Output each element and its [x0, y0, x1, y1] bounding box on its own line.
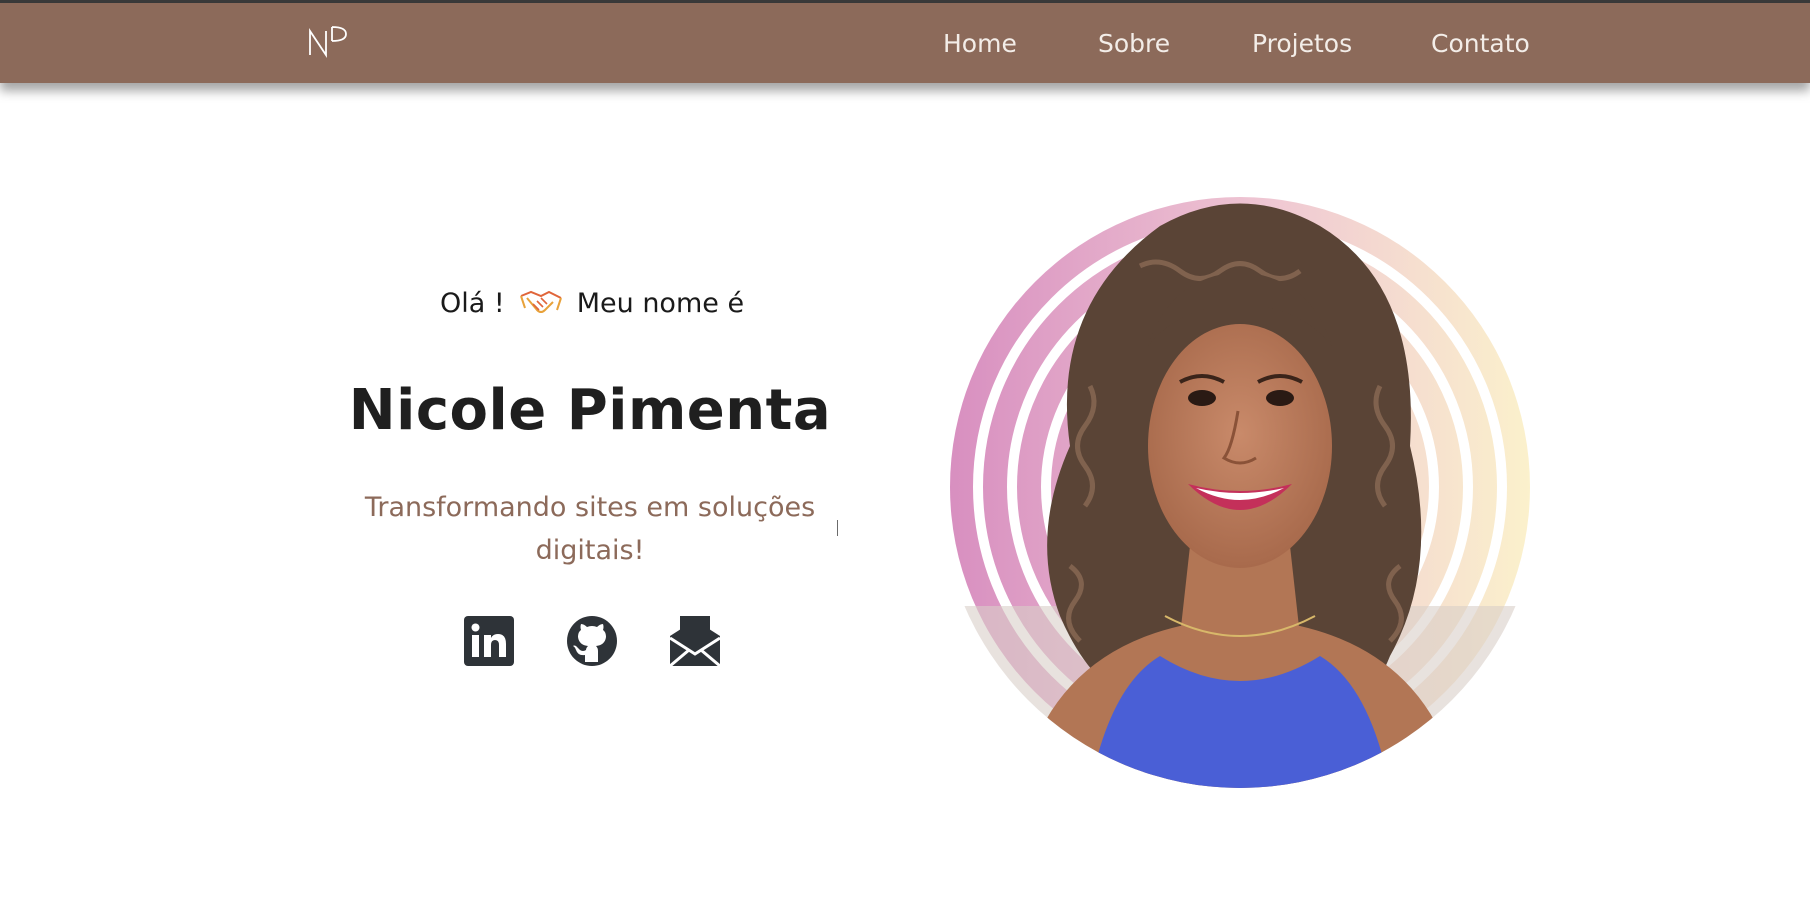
handshake-icon [519, 290, 562, 313]
logo-link[interactable] [306, 23, 350, 63]
np-logo-icon [309, 26, 347, 58]
linkedin-icon [464, 616, 514, 666]
profile-photo-graphic [940, 186, 1540, 788]
hero-name: Nicole Pimenta [348, 378, 832, 443]
nav-projetos[interactable]: Projetos [1252, 29, 1352, 58]
navbar: Home Sobre Projetos Contato [0, 3, 1810, 83]
hero-tagline: Transformando sites em soluções digitais… [364, 492, 816, 566]
greeting-name-intro: Meu nome é [576, 287, 745, 319]
nav-home[interactable]: Home [943, 29, 1017, 58]
email-icon [669, 616, 721, 668]
email-link[interactable] [668, 614, 722, 668]
text-cursor [837, 520, 838, 536]
github-link[interactable] [565, 614, 619, 668]
nav-sobre[interactable]: Sobre [1098, 29, 1170, 58]
greeting: Olá ! Meu nome é [440, 286, 760, 320]
nav-contato[interactable]: Contato [1431, 29, 1530, 58]
linkedin-link[interactable] [462, 614, 516, 668]
profile-photo [940, 186, 1540, 788]
greeting-hello: Olá ! [440, 287, 505, 319]
github-icon [567, 616, 617, 666]
